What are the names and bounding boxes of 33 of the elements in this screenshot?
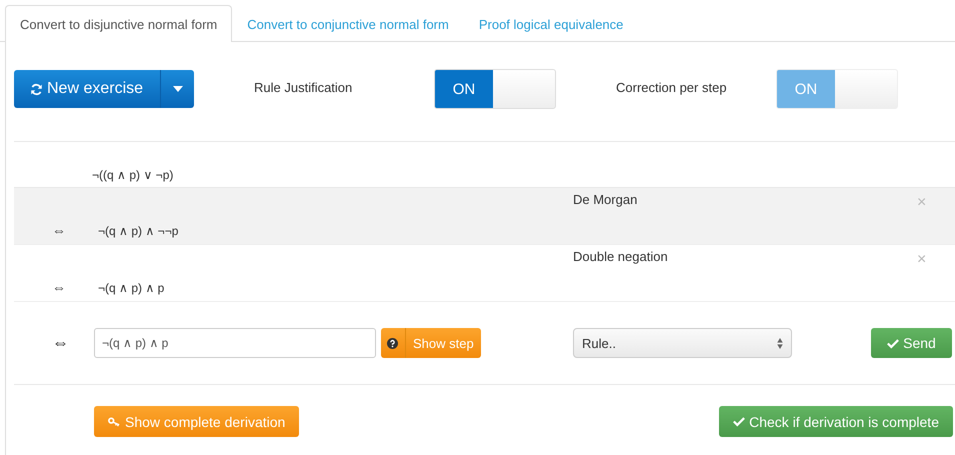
formula-text: ¬(q ∧ p) ∧ p [98,281,166,295]
rule-name: De Morgan [573,192,638,207]
equivalence-symbol: ⇔ [51,222,67,238]
send-button[interactable]: Send [871,328,952,358]
refresh-icon [30,82,43,96]
formula-text: ¬((q ∧ p) ∨ ¬p) [92,168,174,182]
check-icon [887,338,900,348]
caret-icon [172,86,182,92]
show-step-button[interactable]: Show step [381,328,481,358]
dropdown-toggle[interactable] [160,70,194,108]
switch-on-label: ON [435,70,493,108]
rule-select[interactable]: Rule.. [573,328,792,358]
switch-on-label: ON [777,70,835,108]
close-button[interactable]: × [913,194,930,212]
tab[interactable]: Convert to disjunctive normal form [5,5,232,42]
up-down-arrows-icon [777,338,783,348]
tab[interactable]: Proof logical equivalence [464,5,638,42]
question-icon [387,338,398,348]
check-icon [733,416,746,427]
new-exercise-button[interactable]: New exercise [14,70,160,108]
rule-name: Double negation [573,249,669,264]
key-icon [108,416,121,426]
formula-input-field[interactable]: ¬(q ∧ p) ∧ p [94,328,376,358]
check-derivation-button[interactable]: Check if derivation is complete [719,406,953,437]
tab[interactable]: Convert to conjunctive normal form [232,5,464,42]
toggle-label: Rule Justification [254,80,354,94]
close-button[interactable]: × [913,251,930,269]
equivalence-symbol: ⇔ [51,279,67,295]
show-complete-derivation-button[interactable]: Show complete derivation [94,406,300,437]
toggle-label: Correction per step [616,80,728,94]
toggle-switch[interactable]: ON [434,69,556,109]
formula-text: ¬(q ∧ p) ∧ ¬¬p [98,224,180,238]
equivalence-symbol: ⇔ [51,333,70,353]
